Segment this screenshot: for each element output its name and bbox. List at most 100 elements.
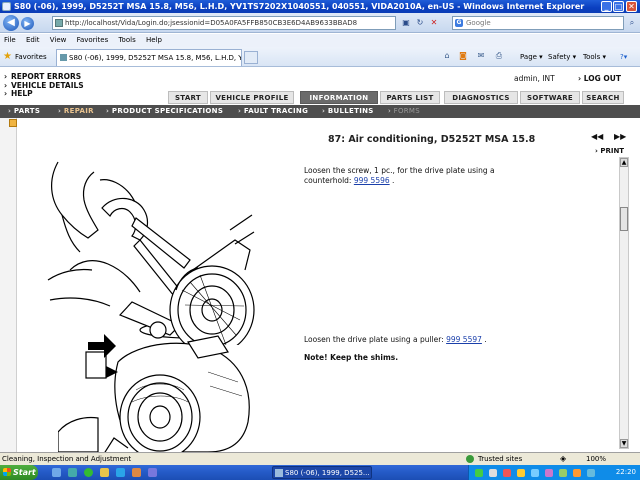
windows-taskbar: Start S80 (-06), 1999, D525... 22:20: [0, 465, 640, 480]
tray-language-icon[interactable]: [545, 469, 553, 477]
tray-volume-icon[interactable]: [489, 469, 497, 477]
compat-view-icon[interactable]: ▣: [400, 16, 412, 30]
subnav-repair[interactable]: REPAIR: [58, 105, 94, 118]
compressor-illustration: [58, 334, 250, 452]
print-link[interactable]: PRINT: [595, 147, 624, 155]
page-menu[interactable]: Page ▾: [520, 53, 543, 61]
stop-icon[interactable]: ✕: [428, 16, 440, 30]
sub-navigation: PARTS REPAIR PRODUCT SPECIFICATIONS FAUL…: [0, 105, 640, 118]
subnav-product-specifications[interactable]: PRODUCT SPECIFICATIONS: [106, 105, 223, 118]
security-zone-label: Trusted sites: [478, 455, 523, 463]
browser-tab[interactable]: S80 (-06), 1999, D5252T MSA 15.8, M56, L…: [56, 49, 242, 66]
refresh-icon[interactable]: ↻: [414, 16, 426, 30]
window-titlebar: S80 (-06), 1999, D5252T MSA 15.8, M56, L…: [0, 0, 640, 13]
tab-information[interactable]: INFORMATION: [300, 91, 378, 104]
favorites-star-icon[interactable]: ★: [3, 51, 12, 62]
menu-favorites[interactable]: Favorites: [73, 34, 113, 47]
left-links: REPORT ERRORS VEHICLE DETAILS HELP: [4, 72, 84, 99]
search-placeholder: Google: [466, 19, 491, 27]
user-name: admin, INT: [514, 74, 555, 83]
printer-icon[interactable]: ⎙: [494, 51, 504, 61]
rss-feed-icon[interactable]: ◙: [458, 51, 468, 61]
google-icon: G: [455, 19, 463, 27]
taskbar-clock: 22:20: [615, 468, 636, 476]
menu-bar: File Edit View Favorites Tools Help: [0, 34, 640, 47]
subnav-bulletins[interactable]: BULLETINS: [322, 105, 374, 118]
menu-tools[interactable]: Tools: [114, 34, 139, 47]
next-page-button[interactable]: ▶▶: [614, 132, 626, 141]
step-1-text: Loosen the screw, 1 pc., for the drive p…: [304, 166, 544, 186]
safety-menu[interactable]: Safety ▾: [548, 53, 576, 61]
tray-app-icon[interactable]: [531, 469, 539, 477]
document-title: 87: Air conditioning, D5252T MSA 15.8: [328, 134, 536, 145]
taskbar-ie-icon: [275, 469, 283, 477]
new-tab-button[interactable]: [244, 51, 258, 64]
logout-link[interactable]: LOG OUT: [578, 74, 621, 83]
tab-page-icon: [60, 54, 67, 61]
status-bar: Cleaning, Inspection and Adjustment Trus…: [0, 452, 640, 465]
step-2-period: .: [484, 335, 487, 344]
quicklaunch-desktop-icon[interactable]: [52, 468, 61, 477]
quicklaunch-browser-icon[interactable]: [84, 468, 93, 477]
quicklaunch-media-icon[interactable]: [148, 468, 157, 477]
system-tray: 22:20: [468, 465, 640, 480]
search-go-icon[interactable]: ⌕: [626, 16, 638, 30]
help-menu[interactable]: ?▾: [620, 53, 627, 61]
scroll-down-arrow[interactable]: ▼: [620, 439, 628, 448]
home-icon[interactable]: ⌂: [442, 51, 452, 61]
close-button[interactable]: ✕: [626, 1, 637, 12]
zoom-level[interactable]: 100%: [586, 453, 606, 465]
document-scrollbar[interactable]: ▲ ▼: [619, 157, 629, 449]
protected-mode-icon[interactable]: ◈: [560, 453, 566, 465]
forward-button[interactable]: ▶: [21, 17, 34, 30]
quicklaunch-app-icon[interactable]: [132, 468, 141, 477]
subnav-forms: FORMS: [388, 105, 420, 118]
tab-diagnostics[interactable]: DIAGNOSTICS: [444, 91, 518, 104]
note-keep-shims: Note! Keep the shims.: [304, 353, 399, 362]
window-title: S80 (-06), 1999, D5252T MSA 15.8, M56, L…: [14, 2, 585, 11]
minimize-button[interactable]: _: [601, 1, 612, 12]
status-text: Cleaning, Inspection and Adjustment: [2, 455, 132, 463]
menu-view[interactable]: View: [46, 34, 71, 47]
favorites-button[interactable]: Favorites: [15, 53, 47, 61]
subnav-fault-tracing[interactable]: FAULT TRACING: [238, 105, 308, 118]
tab-search[interactable]: SEARCH: [582, 91, 624, 104]
menu-help[interactable]: Help: [142, 34, 166, 47]
quicklaunch-explorer-icon[interactable]: [68, 468, 77, 477]
help-link[interactable]: HELP: [4, 89, 84, 99]
tab-vehicle-profile[interactable]: VEHICLE PROFILE: [210, 91, 294, 104]
tray-sync-icon[interactable]: [587, 469, 595, 477]
back-button[interactable]: ◀: [3, 15, 19, 31]
tools-menu[interactable]: Tools ▾: [583, 53, 606, 61]
quicklaunch-folder-icon[interactable]: [100, 468, 109, 477]
tab-title: S80 (-06), 1999, D5252T MSA 15.8, M56, L…: [69, 54, 242, 62]
address-bar[interactable]: http://localhost/Vida/Login.do;jsessioni…: [52, 16, 396, 30]
security-zone: Trusted sites: [466, 453, 522, 465]
tray-alert-icon[interactable]: [573, 469, 581, 477]
menu-edit[interactable]: Edit: [22, 34, 44, 47]
menu-file[interactable]: File: [0, 34, 20, 47]
previous-page-button[interactable]: ◀◀: [591, 132, 603, 141]
tab-software[interactable]: SOFTWARE: [520, 91, 580, 104]
tray-update-icon[interactable]: [517, 469, 525, 477]
address-toolbar: ◀ ▶ http://localhost/Vida/Login.do;jsess…: [0, 13, 640, 33]
mail-icon[interactable]: ✉: [476, 51, 486, 61]
search-box[interactable]: G Google: [452, 16, 624, 30]
tab-parts-list[interactable]: PARTS LIST: [380, 91, 440, 104]
tab-start[interactable]: START: [168, 91, 208, 104]
scroll-up-arrow[interactable]: ▲: [620, 158, 628, 167]
tray-network-icon[interactable]: [475, 469, 483, 477]
start-button[interactable]: Start: [0, 465, 38, 480]
tray-security-icon[interactable]: [503, 469, 511, 477]
tool-999-5596-link[interactable]: 999 5596: [354, 176, 390, 185]
bookmark-flag-icon[interactable]: [9, 119, 17, 127]
tray-device-icon[interactable]: [559, 469, 567, 477]
page-icon: [55, 19, 63, 27]
maximize-button[interactable]: □: [613, 1, 624, 12]
step-1-period: .: [392, 176, 395, 185]
subnav-parts[interactable]: PARTS: [8, 105, 40, 118]
scroll-thumb[interactable]: [620, 207, 628, 231]
taskbar-window-button[interactable]: S80 (-06), 1999, D525...: [272, 466, 372, 479]
quicklaunch-ie-icon[interactable]: [116, 468, 125, 477]
tool-999-5597-link[interactable]: 999 5597: [446, 335, 482, 344]
